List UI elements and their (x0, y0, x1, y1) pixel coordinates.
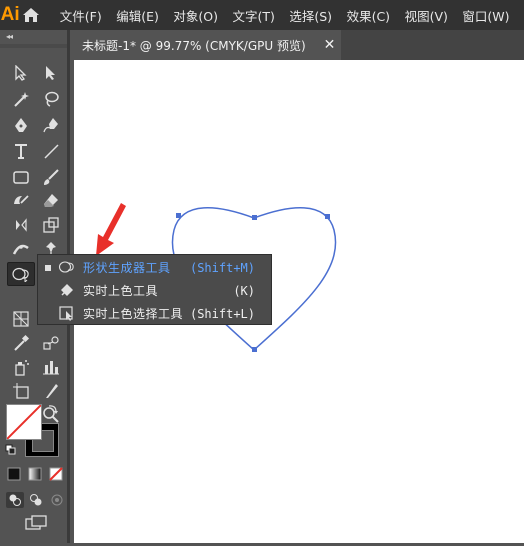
curvature-tool-icon[interactable] (40, 114, 62, 136)
panel-grip[interactable] (0, 44, 67, 48)
tab-bar-empty (341, 30, 524, 60)
collapse-panel-icon[interactable]: ◂◂ (6, 32, 13, 41)
column-graph-tool-icon[interactable] (40, 356, 62, 378)
selected-bullet (45, 265, 51, 271)
symbol-sprayer-tool-icon[interactable] (10, 356, 32, 378)
color-mode-icon[interactable] (6, 466, 22, 482)
menu-type[interactable]: 文字(T) (232, 6, 274, 25)
gradient-mode-icon[interactable] (27, 466, 43, 482)
anchor-point[interactable] (252, 347, 257, 352)
direct-selection-tool-icon[interactable] (40, 62, 62, 84)
default-fill-stroke-icon[interactable] (5, 444, 17, 456)
draw-inside-icon[interactable] (48, 492, 66, 508)
document-tab[interactable]: 未标题-1* @ 99.77% (CMYK/GPU 预览) ✕ (74, 30, 341, 60)
draw-behind-icon[interactable] (27, 492, 45, 508)
menu-bar: Ai 文件(F) 编辑(E) 对象(O) 文字(T) 选择(S) 效果(C) 视… (0, 0, 524, 30)
scale-tool-icon[interactable] (40, 214, 62, 236)
anchor-point[interactable] (252, 215, 257, 220)
flyout-item-shape-builder[interactable]: 形状生成器工具 (Shift+M) (38, 256, 271, 279)
app-logo: Ai (0, 4, 20, 25)
rectangle-tool-icon[interactable] (10, 166, 32, 188)
menu-effect[interactable]: 效果(C) (347, 6, 390, 25)
lasso-tool-icon[interactable] (40, 88, 62, 110)
menu-edit[interactable]: 编辑(E) (116, 6, 159, 25)
document-tab-title: 未标题-1* @ 99.77% (CMYK/GPU 预览) (82, 38, 306, 53)
fill-color-swatch[interactable] (6, 404, 42, 440)
draw-normal-icon[interactable] (6, 492, 24, 508)
shape-builder-tool-icon[interactable] (7, 262, 35, 286)
flyout-item-live-paint-bucket[interactable]: 实时上色工具 (K) (38, 279, 271, 302)
home-icon[interactable] (20, 0, 41, 30)
shape-builder-icon (58, 259, 76, 275)
menu-view[interactable]: 视图(V) (405, 6, 448, 25)
annotation-arrow (96, 203, 126, 256)
screen-mode-icon[interactable] (24, 514, 48, 532)
eraser-tool-icon[interactable] (40, 190, 62, 212)
slice-tool-icon[interactable] (40, 380, 62, 402)
tool-flyout-menu: 形状生成器工具 (Shift+M) 实时上色工具 (K) 实时上色选择工具 (S… (37, 254, 272, 325)
none-mode-icon[interactable] (48, 466, 64, 482)
selection-tool-icon[interactable] (10, 62, 32, 84)
type-tool-icon[interactable] (10, 140, 32, 162)
menu-object[interactable]: 对象(O) (173, 6, 218, 25)
menu-select[interactable]: 选择(S) (289, 6, 332, 25)
menu-file[interactable]: 文件(F) (60, 6, 102, 25)
width-tool-icon[interactable] (10, 238, 32, 260)
magic-wand-tool-icon[interactable] (10, 88, 32, 110)
menu-window[interactable]: 窗口(W) (462, 6, 509, 25)
blend-tool-icon[interactable] (40, 332, 62, 354)
shaper-tool-icon[interactable] (10, 190, 32, 212)
swap-fill-stroke-icon[interactable] (46, 402, 60, 416)
paintbrush-tool-icon[interactable] (40, 166, 62, 188)
pen-tool-icon[interactable] (10, 114, 32, 136)
live-paint-selection-icon (58, 305, 76, 321)
live-paint-bucket-icon (58, 282, 76, 298)
anchor-point[interactable] (176, 213, 181, 218)
artboard-tool-icon[interactable] (10, 380, 32, 402)
line-segment-tool-icon[interactable] (40, 140, 62, 162)
close-icon[interactable]: ✕ (324, 37, 336, 53)
anchor-point[interactable] (325, 214, 330, 219)
eyedropper-tool-icon[interactable] (10, 332, 32, 354)
perspective-grid-tool-icon[interactable] (10, 308, 32, 330)
rotate-tool-icon[interactable] (10, 214, 32, 236)
flyout-item-live-paint-selection[interactable]: 实时上色选择工具 (Shift+L) (38, 302, 271, 325)
